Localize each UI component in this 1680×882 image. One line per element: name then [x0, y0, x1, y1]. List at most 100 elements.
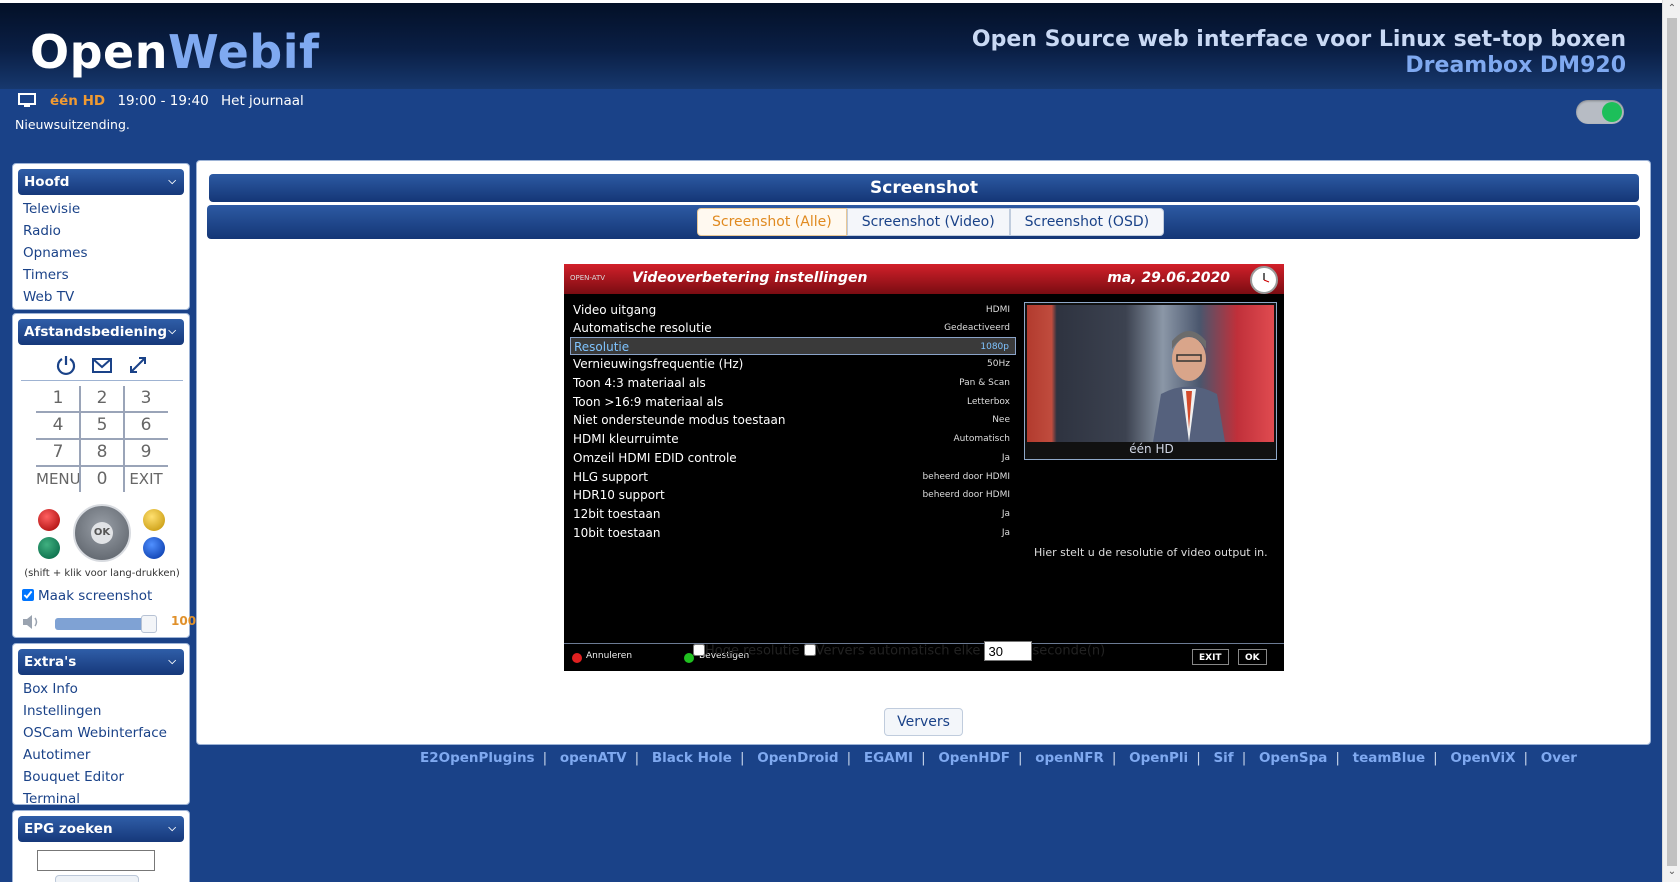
- volume-icon[interactable]: [21, 613, 41, 631]
- volume-fill: [55, 618, 155, 630]
- yellow-button[interactable]: [143, 509, 165, 531]
- sidebar-remote-title: Afstandsbediening: [24, 324, 168, 340]
- chevron-down-icon[interactable]: ⌵: [168, 816, 176, 842]
- tv-osd-row-value: Pan & Scan: [959, 378, 1010, 388]
- power-icon[interactable]: [55, 354, 77, 376]
- chevron-down-icon[interactable]: ⌵: [168, 319, 176, 345]
- footer-link-black-hole[interactable]: Black Hole: [652, 750, 732, 766]
- key-8[interactable]: 8: [80, 438, 124, 467]
- volume-slider[interactable]: [55, 615, 157, 633]
- refresh-button[interactable]: Ververs: [884, 708, 963, 736]
- now-playing-title: Het journaal: [221, 93, 304, 109]
- volume-value: 100: [171, 614, 197, 628]
- sidebar-item-opnames[interactable]: Opnames: [13, 242, 189, 264]
- key-2[interactable]: 2: [80, 384, 124, 413]
- screenshot-checkbox[interactable]: [22, 589, 34, 601]
- sidebar-item-televisie[interactable]: Televisie: [13, 198, 189, 220]
- sidebar-item-web-tv[interactable]: Web TV: [13, 286, 189, 308]
- green-button[interactable]: [38, 537, 60, 559]
- key-7[interactable]: 7: [36, 438, 80, 467]
- sidebar-main-header[interactable]: Hoofd ⌵: [18, 169, 184, 195]
- footer-link-teamblue[interactable]: teamBlue: [1353, 750, 1425, 766]
- footer-link-openatv[interactable]: openATV: [560, 750, 627, 766]
- sidebar-epg-title: EPG zoeken: [24, 821, 113, 837]
- key-1[interactable]: 1: [36, 384, 80, 413]
- scroll-up-icon[interactable]: ⌃: [1666, 3, 1678, 15]
- footer-link-openpli[interactable]: OpenPli: [1129, 750, 1188, 766]
- sidebar-item-autotimer[interactable]: Autotimer: [13, 744, 189, 766]
- key-3[interactable]: 3: [124, 384, 168, 413]
- key-5[interactable]: 5: [80, 411, 124, 440]
- footer-link-opendroid[interactable]: OpenDroid: [757, 750, 838, 766]
- tv-osd-row-value: Ja: [1001, 509, 1010, 519]
- openwebif-logo[interactable]: OpenWebif: [30, 25, 320, 79]
- key-menu[interactable]: MENU: [36, 465, 81, 494]
- tv-osd-row: 10bit toestaan Ja: [570, 524, 1016, 542]
- footer-link-openspa[interactable]: OpenSpa: [1259, 750, 1327, 766]
- footer-link-e2openplugins[interactable]: E2OpenPlugins: [420, 750, 535, 766]
- sidebar-main-box: Hoofd ⌵ Televisie Radio Opnames Timers W…: [12, 163, 190, 310]
- now-playing-description: Nieuwsuitzending.: [15, 117, 130, 132]
- scroll-down-icon[interactable]: ⌄: [1666, 866, 1678, 878]
- sidebar-extras-header[interactable]: Extra's ⌵: [18, 649, 184, 675]
- key-6[interactable]: 6: [124, 411, 168, 440]
- navigation-dpad[interactable]: OK: [73, 504, 131, 562]
- sidebar-item-radio[interactable]: Radio: [13, 220, 189, 242]
- footer-link-openhdf[interactable]: OpenHDF: [938, 750, 1010, 766]
- sidebar-item-instellingen[interactable]: Instellingen: [13, 700, 189, 722]
- now-playing-channel[interactable]: één HD: [50, 93, 105, 109]
- sidebar-remote-header[interactable]: Afstandsbediening ⌵: [18, 319, 184, 345]
- footer-link-egami[interactable]: EGAMI: [864, 750, 913, 766]
- footer-link-sif[interactable]: Sif: [1213, 750, 1233, 766]
- key-4[interactable]: 4: [36, 411, 80, 440]
- tv-osd-logo: OPEN-ATV: [570, 274, 606, 282]
- refresh-interval-input[interactable]: [984, 641, 1033, 661]
- tv-osd-row-value: Nee: [992, 415, 1010, 425]
- footer-link-openvix[interactable]: OpenViX: [1450, 750, 1515, 766]
- blue-button[interactable]: [143, 537, 165, 559]
- epg-search-button[interactable]: [55, 875, 139, 882]
- screenshot-checkbox-label[interactable]: Maak screenshot: [22, 588, 152, 604]
- footer-link-over[interactable]: Over: [1541, 750, 1577, 766]
- tab-screenshot-osd[interactable]: Screenshot (OSD): [1009, 208, 1165, 236]
- theme-toggle[interactable]: [1576, 100, 1624, 124]
- sidebar-item-bouquet-editor[interactable]: Bouquet Editor: [13, 766, 189, 788]
- tab-screenshot-all[interactable]: Screenshot (Alle): [697, 208, 847, 236]
- tv-icon[interactable]: [18, 93, 36, 109]
- ok-button[interactable]: OK: [91, 522, 113, 544]
- sidebar-item-oscam[interactable]: OSCam Webinterface: [13, 722, 189, 744]
- key-exit[interactable]: EXIT: [124, 465, 168, 494]
- tv-osd-row-label: 12bit toestaan: [573, 507, 661, 521]
- tv-osd-row: 12bit toestaan Ja: [570, 505, 1016, 523]
- key-9[interactable]: 9: [124, 438, 168, 467]
- message-icon[interactable]: [91, 354, 113, 376]
- scroll-thumb[interactable]: [1667, 18, 1677, 866]
- sidebar-item-timers[interactable]: Timers: [13, 264, 189, 286]
- volume-control: 100: [21, 612, 196, 633]
- high-res-checkbox[interactable]: [693, 643, 705, 656]
- sidebar-item-box-info[interactable]: Box Info: [13, 678, 189, 700]
- tv-osd-row-label: HDMI kleurruimte: [573, 432, 679, 446]
- fullscreen-icon[interactable]: [127, 354, 149, 376]
- keypad-divider: [36, 465, 168, 467]
- red-button[interactable]: [38, 509, 60, 531]
- device-name: Dreambox DM920: [1405, 53, 1626, 78]
- page-scrollbar[interactable]: ⌃ ⌄: [1662, 0, 1680, 882]
- chevron-down-icon[interactable]: ⌵: [168, 169, 176, 195]
- tv-footer-ok: OK: [1238, 649, 1267, 665]
- epg-search-input[interactable]: [37, 850, 155, 871]
- footer-separator: |: [846, 750, 852, 766]
- auto-refresh-checkbox[interactable]: [803, 643, 816, 656]
- sidebar-epg-header[interactable]: EPG zoeken ⌵: [18, 816, 184, 842]
- tab-screenshot-video[interactable]: Screenshot (Video): [846, 208, 1010, 236]
- content-panel: Screenshot Screenshot (Alle) Screenshot …: [196, 160, 1651, 745]
- tv-osd-row: Toon 4:3 materiaal als Pan & Scan: [570, 374, 1016, 392]
- volume-handle[interactable]: [141, 615, 157, 633]
- footer-separator: |: [1111, 750, 1117, 766]
- footer-link-opennfr[interactable]: openNFR: [1035, 750, 1104, 766]
- tv-osd-row-value: 1080p: [980, 342, 1009, 352]
- tv-footer-cancel: Annuleren: [586, 651, 633, 661]
- chevron-down-icon[interactable]: ⌵: [168, 649, 176, 675]
- key-0[interactable]: 0: [80, 465, 124, 494]
- sidebar-item-terminal[interactable]: Terminal: [13, 788, 189, 810]
